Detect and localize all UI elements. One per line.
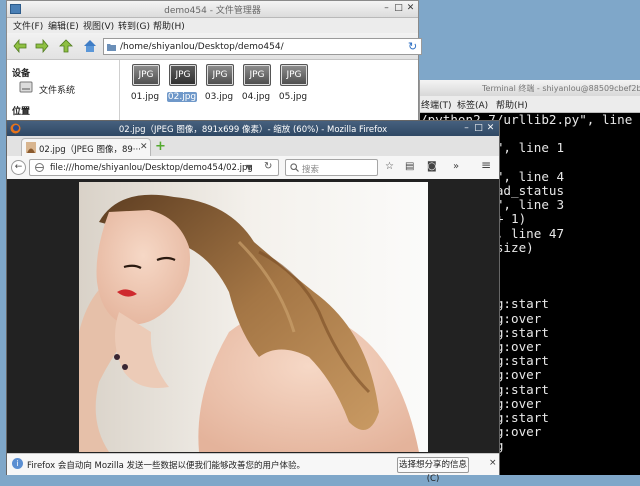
search-icon <box>290 163 299 172</box>
jpg-file-icon: JPG <box>206 64 234 86</box>
back-arrow-icon[interactable]: ← <box>11 160 26 175</box>
sidebar-section-places: 位置 <box>12 107 31 117</box>
pocket-icon[interactable]: ◙ <box>427 162 437 172</box>
firefox-title: 02.jpg（JPEG 图像，891x699 像素）- 缩放 (60%) - M… <box>118 125 388 135</box>
file-name: 02.jpg <box>167 92 197 102</box>
maximize-icon[interactable]: □ <box>393 3 404 14</box>
terminal-menu-tabs[interactable]: 标签(A) <box>457 98 488 111</box>
info-icon: i <box>12 458 23 469</box>
jpg-file-icon: JPG <box>132 64 160 86</box>
search-box[interactable]: 搜索 <box>285 159 378 176</box>
bookmark-star-icon[interactable]: ☆ <box>385 162 394 172</box>
reload-icon[interactable]: ↻ <box>264 161 272 172</box>
file-name: 01.jpg <box>130 92 160 102</box>
url-bar[interactable]: file:///home/shiyanlou/Desktop/demo454/0… <box>29 159 279 176</box>
maximize-icon[interactable]: □ <box>473 123 484 134</box>
notification-close-icon[interactable]: × <box>489 458 497 468</box>
menu-file[interactable]: 文件(F) <box>13 19 43 32</box>
path-text: /home/shiyanlou/Desktop/demo454/ <box>120 42 284 52</box>
displayed-photo[interactable] <box>79 182 428 452</box>
back-arrow-icon[interactable] <box>13 39 27 53</box>
path-bar[interactable]: /home/shiyanlou/Desktop/demo454/ ↻ <box>103 38 422 55</box>
file-name: 05.jpg <box>278 92 308 102</box>
file-manager-sidebar: 设备 文件系统 位置 <box>7 60 120 121</box>
minimize-icon[interactable]: – <box>381 3 392 14</box>
terminal-title: Terminal 终端 - shiyanlou@88509cbef2bd <box>482 84 640 93</box>
reload-icon[interactable]: ↻ <box>408 40 417 53</box>
minimize-icon[interactable]: – <box>461 123 472 134</box>
tab-02-jpg[interactable]: 02.jpg（JPEG 图像，89··· ✕ <box>21 138 151 156</box>
sidebar-item-label: 文件系统 <box>39 86 76 96</box>
jpg-file-icon: JPG <box>169 64 197 86</box>
drive-icon <box>19 81 33 93</box>
choose-what-to-share-button[interactable]: 选择想分享的信息(C) <box>397 457 469 484</box>
terminal-menu-terminal[interactable]: 终端(T) <box>421 98 452 111</box>
notification-message: Firefox 会自动向 Mozilla 发送一些数据以便我们能够改善您的用户体… <box>27 461 306 471</box>
sidebar-section-devices: 设备 <box>12 69 31 79</box>
menu-help[interactable]: 帮助(H) <box>153 19 185 32</box>
terminal-menu-help[interactable]: 帮助(H) <box>496 98 528 111</box>
url-text: file:///home/shiyanlou/Desktop/demo454/0… <box>50 163 253 173</box>
firefox-window: 02.jpg（JPEG 图像，891x699 像素）- 缩放 (60%) - M… <box>6 120 500 484</box>
home-icon[interactable] <box>83 39 97 53</box>
up-arrow-icon[interactable] <box>59 39 73 53</box>
navigation-toolbar: ← file:///home/shiyanlou/Desktop/demo454… <box>7 156 499 180</box>
file-manager-window: demo454 - 文件管理器 – □ ✕ 文件(F) 编辑(E) 视图(V) … <box>6 0 422 122</box>
file-manager-menubar: 文件(F) 编辑(E) 视图(V) 转到(G) 帮助(H) <box>7 17 418 33</box>
jpg-file-icon: JPG <box>280 64 308 86</box>
data-sharing-notification-bar: i Firefox 会自动向 Mozilla 发送一些数据以便我们能够改善您的用… <box>7 453 499 484</box>
tab-close-icon[interactable]: ✕ <box>140 142 148 152</box>
search-placeholder: 搜索 <box>302 165 320 175</box>
menu-edit[interactable]: 编辑(E) <box>48 19 79 32</box>
terminal-titlebar[interactable]: Terminal 终端 - shiyanlou@88509cbef2bd <box>420 80 640 96</box>
folder-icon <box>107 44 116 51</box>
overflow-chevron-icon[interactable]: » <box>453 162 459 172</box>
file-name: 03.jpg <box>204 92 234 102</box>
file-name: 04.jpg <box>241 92 271 102</box>
terminal-menubar: 终端(T) 标签(A) 帮助(H) <box>420 96 640 113</box>
file-manager-toolbar: /home/shiyanlou/Desktop/demo454/ ↻ <box>7 33 422 60</box>
bookmarks-list-icon[interactable]: ▤ <box>405 162 414 172</box>
sidebar-item-filesystem[interactable]: 文件系统 <box>19 80 114 96</box>
firefox-titlebar[interactable]: 02.jpg（JPEG 图像，891x699 像素）- 缩放 (60%) - M… <box>7 121 499 136</box>
tab-strip: 02.jpg（JPEG 图像，89··· ✕ + <box>7 136 499 157</box>
tab-label: 02.jpg（JPEG 图像，89··· <box>39 145 141 155</box>
menu-view[interactable]: 视图(V) <box>83 19 114 32</box>
image-viewport <box>7 179 499 453</box>
file-manager-title: demo454 - 文件管理器 <box>164 6 261 16</box>
close-icon[interactable]: ✕ <box>405 3 416 14</box>
jpg-file-icon: JPG <box>243 64 271 86</box>
close-icon[interactable]: ✕ <box>485 123 496 134</box>
forward-arrow-icon[interactable] <box>35 39 49 53</box>
file-manager-titlebar[interactable]: demo454 - 文件管理器 – □ ✕ <box>7 1 418 18</box>
new-tab-icon[interactable]: + <box>155 140 168 153</box>
globe-icon <box>35 163 44 172</box>
file-icon-view: JPG 01.jpg JPG 02.jpg JPG 03.jpg JPG 04.… <box>120 60 418 121</box>
image-thumbnail-icon <box>26 142 36 153</box>
menu-go[interactable]: 转到(G) <box>118 19 150 32</box>
hamburger-menu-icon[interactable]: ≡ <box>481 159 491 171</box>
url-dropdown-icon[interactable]: ▼ <box>246 163 252 172</box>
photo-illustration <box>79 182 428 452</box>
